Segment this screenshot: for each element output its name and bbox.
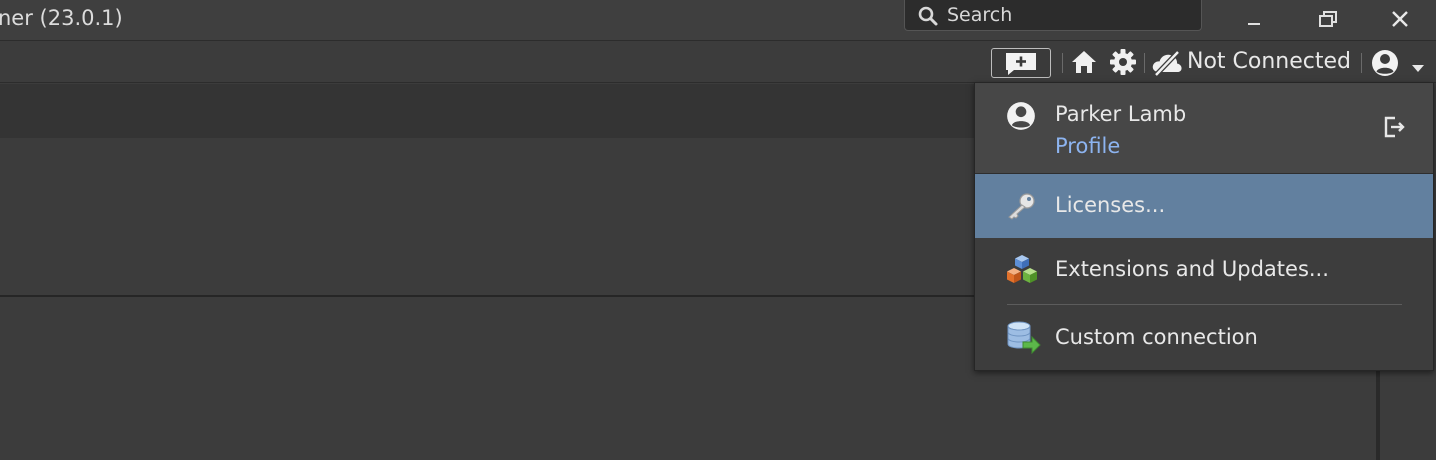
caret-down-icon: [1412, 65, 1424, 72]
menu-item-extensions[interactable]: Extensions and Updates...: [975, 238, 1433, 302]
toolbar-separator: [1361, 53, 1362, 73]
menu-separator: [1007, 304, 1402, 305]
search-icon: [918, 6, 938, 26]
sign-out-icon: [1384, 116, 1405, 138]
panel-header: [0, 84, 975, 138]
menu-item-label: Extensions and Updates...: [1055, 257, 1329, 281]
cloud-off-icon: [1152, 50, 1182, 77]
feedback-button[interactable]: [991, 48, 1051, 78]
title-bar: ner (23.0.1) Search: [0, 0, 1436, 41]
gear-icon: [1110, 49, 1136, 75]
restore-button[interactable]: [1300, 0, 1356, 38]
search-box[interactable]: Search: [904, 0, 1202, 31]
search-input[interactable]: Search: [947, 4, 1012, 26]
account-menu-button[interactable]: [1370, 48, 1400, 82]
menu-item-licenses[interactable]: Licenses...: [975, 174, 1433, 238]
panel-divider: [0, 295, 975, 297]
sign-out-button[interactable]: [1383, 115, 1407, 143]
restore-icon: [1319, 11, 1337, 27]
key-icon: [1008, 193, 1035, 220]
menu-item-label: Custom connection: [1055, 325, 1258, 349]
window-title: ner (23.0.1): [0, 6, 123, 30]
user-section: Parker Lamb Profile: [975, 83, 1433, 174]
account-dropdown-menu: Parker Lamb Profile Licenses... Extensio…: [974, 82, 1434, 371]
minimize-icon: [1248, 23, 1260, 25]
connection-status-label[interactable]: Not Connected: [1187, 49, 1351, 74]
settings-button[interactable]: [1109, 48, 1137, 80]
top-toolbar: Not Connected: [0, 41, 1436, 83]
connection-status[interactable]: [1151, 50, 1183, 80]
close-icon: [1392, 11, 1408, 27]
account-circle-icon: [1372, 50, 1398, 76]
account-caret[interactable]: [1412, 58, 1424, 77]
home-icon: [1072, 51, 1096, 73]
user-name: Parker Lamb: [1055, 102, 1187, 126]
menu-item-custom-connection[interactable]: Custom connection: [975, 306, 1433, 370]
cubes-icon: [1007, 255, 1037, 283]
account-circle-icon: [1007, 102, 1035, 130]
database-arrow-icon: [1007, 321, 1041, 354]
toolbar-separator: [1144, 53, 1145, 73]
minimize-button[interactable]: [1226, 0, 1282, 38]
profile-link[interactable]: Profile: [1055, 134, 1120, 158]
menu-item-label: Licenses...: [1055, 193, 1166, 217]
scroll-edge: [1376, 370, 1380, 460]
add-comment-icon: [1006, 53, 1036, 75]
home-button[interactable]: [1070, 49, 1098, 79]
close-button[interactable]: [1372, 0, 1428, 38]
toolbar-separator: [1062, 53, 1063, 73]
